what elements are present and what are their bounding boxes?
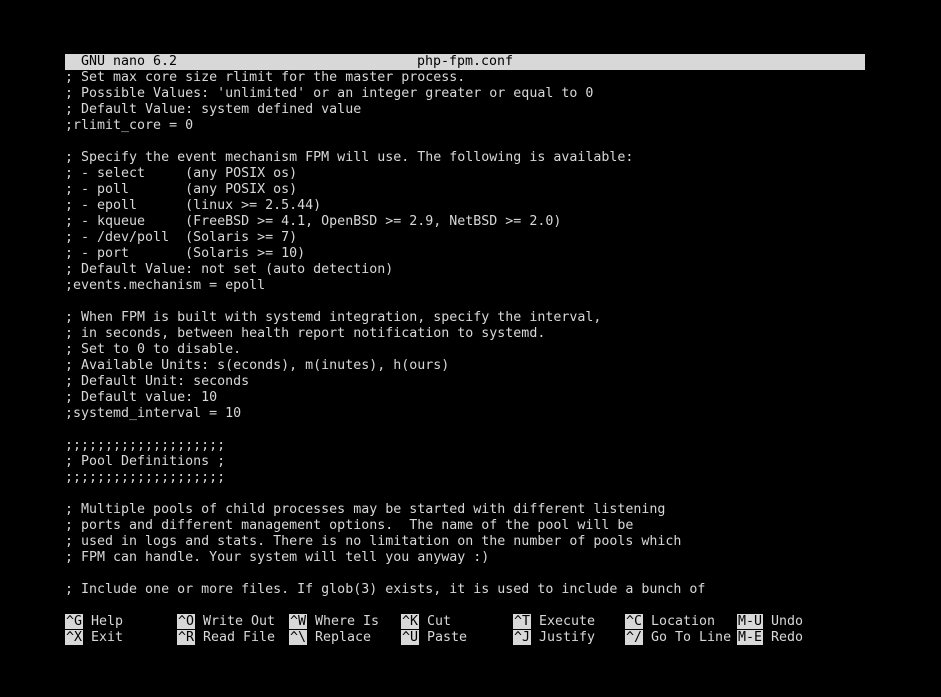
shortcut-key: M-U	[737, 614, 764, 629]
shortcut-key: ^C	[625, 614, 644, 629]
shortcut-label: Cut	[427, 614, 452, 629]
shortcut-row-2: ^X Exit ^R Read File ^\ Replace ^U Paste ^J Justi…	[65, 630, 865, 646]
editor-line[interactable]: ;;;;;;;;;;;;;;;;;;;;	[65, 438, 865, 454]
editor-line[interactable]: ;;;;;;;;;;;;;;;;;;;;	[65, 470, 865, 486]
shortcut-execute[interactable]: ^T Execute	[513, 614, 595, 630]
shortcut-label: Help	[91, 614, 124, 629]
shortcut-label: Replace	[315, 630, 372, 645]
shortcut-key: ^U	[401, 630, 420, 645]
editor-line[interactable]: ; - epoll (linux >= 2.5.44)	[65, 198, 865, 214]
editor-line[interactable]	[65, 486, 865, 502]
text-area[interactable]: ; Set max core size rlimit for the maste…	[65, 70, 865, 598]
editor-line[interactable]: ; - port (Solaris >= 10)	[65, 246, 865, 262]
shortcut-label: Redo	[771, 630, 804, 645]
editor-line[interactable]: ; FPM can handle. Your system will tell …	[65, 550, 865, 566]
shortcut-key: ^J	[513, 630, 532, 645]
shortcut-undo[interactable]: M-U Undo	[737, 614, 803, 630]
editor-line[interactable]: ; Default Unit: seconds	[65, 374, 865, 390]
editor-line[interactable]: ; - /dev/poll (Solaris >= 7)	[65, 230, 865, 246]
file-name: php-fpm.conf	[416, 54, 514, 69]
shortcut-key: ^\	[289, 630, 308, 645]
shortcut-label: Write Out	[203, 614, 276, 629]
shortcut-key: ^X	[65, 630, 84, 645]
editor-line[interactable]: ; Set max core size rlimit for the maste…	[65, 70, 865, 86]
shortcut-key: ^T	[513, 614, 532, 629]
shortcut-exit[interactable]: ^X Exit	[65, 630, 123, 646]
editor-line[interactable]	[65, 566, 865, 582]
editor-line[interactable]: ;events.mechanism = epoll	[65, 278, 865, 294]
editor-line[interactable]: ; Default value: 10	[65, 390, 865, 406]
shortcut-row-1: ^G Help ^O Write Out ^W Where Is ^K Cut ^T Execut…	[65, 614, 865, 630]
shortcut-key: ^G	[65, 614, 84, 629]
shortcut-location[interactable]: ^C Location	[625, 614, 715, 630]
shortcut-go-to-line[interactable]: ^/ Go To Line	[625, 630, 731, 646]
shortcut-key: ^W	[289, 614, 308, 629]
shortcut-help[interactable]: ^G Help	[65, 614, 123, 630]
editor-line[interactable]	[65, 422, 865, 438]
shortcut-bar: ^G Help ^O Write Out ^W Where Is ^K Cut ^T Execut…	[65, 614, 865, 646]
shortcut-key: M-E	[737, 630, 764, 645]
editor-line[interactable]: ; Available Units: s(econds), m(inutes),…	[65, 358, 865, 374]
title-bar: GNU nano 6.2 php-fpm.conf	[65, 54, 865, 70]
editor-line[interactable]: ; Multiple pools of child processes may …	[65, 502, 865, 518]
editor-line[interactable]	[65, 134, 865, 150]
shortcut-cut[interactable]: ^K Cut	[401, 614, 451, 630]
shortcut-key: ^O	[177, 614, 196, 629]
editor-line[interactable]: ; When FPM is built with systemd integra…	[65, 310, 865, 326]
shortcut-label: Exit	[91, 630, 124, 645]
editor-line[interactable]: ; in seconds, between health report noti…	[65, 326, 865, 342]
shortcut-label: Where Is	[315, 614, 380, 629]
shortcut-replace[interactable]: ^\ Replace	[289, 630, 371, 646]
editor-line[interactable]: ; Pool Definitions ;	[65, 454, 865, 470]
shortcut-where-is[interactable]: ^W Where Is	[289, 614, 379, 630]
shortcut-label: Go To Line	[651, 630, 732, 645]
shortcut-label: Location	[651, 614, 716, 629]
editor-line[interactable]: ;rlimit_core = 0	[65, 118, 865, 134]
editor-line[interactable]: ; Set to 0 to disable.	[65, 342, 865, 358]
shortcut-label: Undo	[771, 614, 804, 629]
shortcut-label: Paste	[427, 630, 468, 645]
shortcut-justify[interactable]: ^J Justify	[513, 630, 595, 646]
editor-line[interactable]: ; Default Value: not set (auto detection…	[65, 262, 865, 278]
editor-line[interactable]: ; - kqueue (FreeBSD >= 4.1, OpenBSD >= 2…	[65, 214, 865, 230]
nano-editor[interactable]: GNU nano 6.2 php-fpm.conf ; Set max core…	[65, 54, 865, 598]
shortcut-read-file[interactable]: ^R Read File	[177, 630, 275, 646]
editor-line[interactable]: ; - poll (any POSIX os)	[65, 182, 865, 198]
shortcut-label: Justify	[539, 630, 596, 645]
editor-line[interactable]: ; Possible Values: 'unlimited' or an int…	[65, 86, 865, 102]
editor-line[interactable]: ;systemd_interval = 10	[65, 406, 865, 422]
shortcut-redo[interactable]: M-E Redo	[737, 630, 803, 646]
shortcut-key: ^/	[625, 630, 644, 645]
editor-line[interactable]: ; Include one or more files. If glob(3) …	[65, 582, 865, 598]
editor-line[interactable]: ; used in logs and stats. There is no li…	[65, 534, 865, 550]
editor-line[interactable]: ; Specify the event mechanism FPM will u…	[65, 150, 865, 166]
shortcut-key: ^K	[401, 614, 420, 629]
shortcut-write-out[interactable]: ^O Write Out	[177, 614, 275, 630]
shortcut-key: ^R	[177, 630, 196, 645]
editor-line[interactable]	[65, 294, 865, 310]
editor-line[interactable]: ; - select (any POSIX os)	[65, 166, 865, 182]
shortcut-paste[interactable]: ^U Paste	[401, 630, 467, 646]
shortcut-label: Execute	[539, 614, 596, 629]
editor-line[interactable]: ; ports and different management options…	[65, 518, 865, 534]
shortcut-label: Read File	[203, 630, 276, 645]
editor-line[interactable]: ; Default Value: system defined value	[65, 102, 865, 118]
